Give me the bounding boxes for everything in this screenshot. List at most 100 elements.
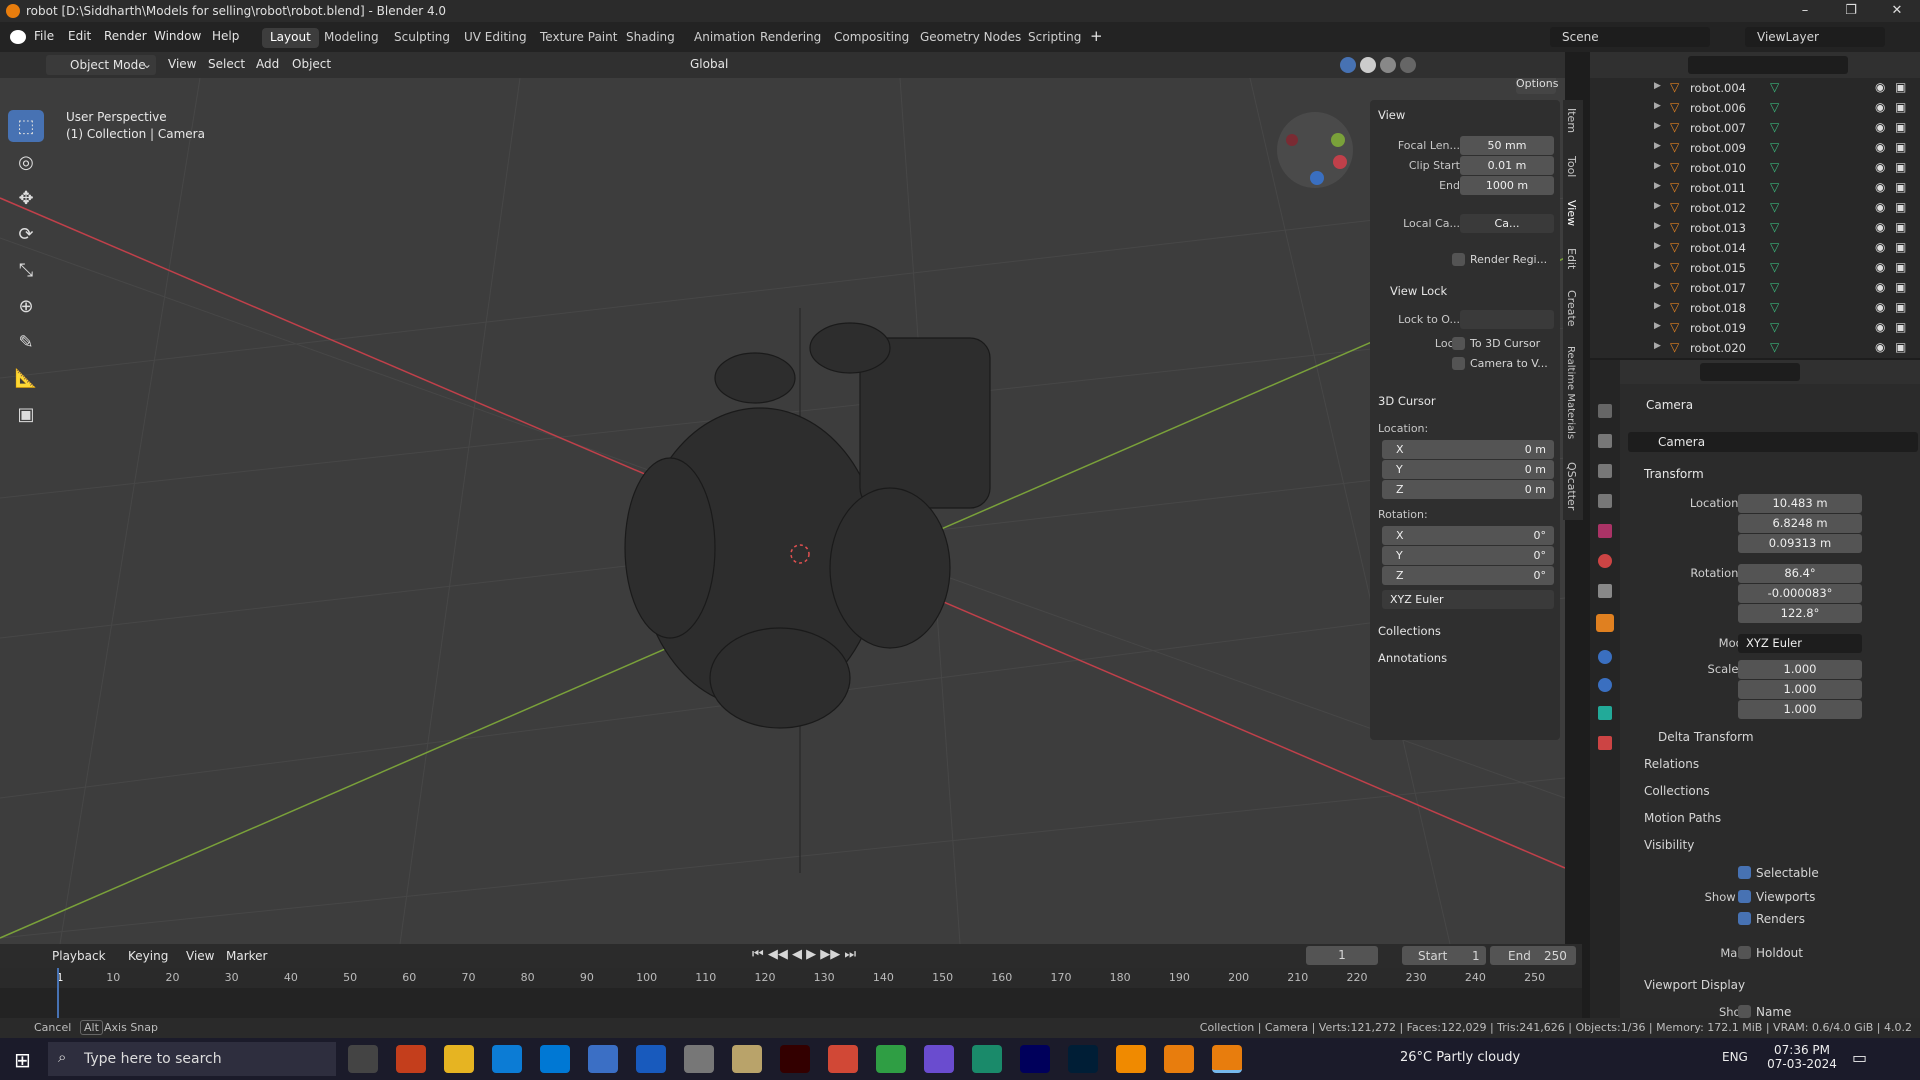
expand-arrow-icon[interactable]: ▶ xyxy=(1654,141,1661,151)
transform-header[interactable]: Transform xyxy=(1644,467,1704,481)
local-camera-field[interactable]: Ca... xyxy=(1460,214,1554,233)
physics-tab-icon[interactable] xyxy=(1598,678,1612,692)
close-button[interactable]: ✕ xyxy=(1874,0,1920,22)
focal-length-field[interactable]: 50 mm xyxy=(1460,136,1554,155)
notification-icon[interactable]: ▭ xyxy=(1852,1048,1867,1067)
outliner-row[interactable]: ▶ ▽ robot.017 ▽ ◉ ▣ xyxy=(1590,278,1920,298)
cursor-rot-z-field[interactable]: Z 0° xyxy=(1382,566,1554,585)
cursor-tool[interactable]: ◎ xyxy=(8,146,44,178)
app-icon-7[interactable] xyxy=(972,1045,1002,1073)
tab-compositing[interactable]: Compositing xyxy=(826,28,917,48)
world-tab-icon[interactable] xyxy=(1598,554,1612,568)
cursor-loc-x-field[interactable]: X0 m xyxy=(1382,440,1554,459)
clip-start-field[interactable]: 0.01 m xyxy=(1460,156,1554,175)
wireframe-shading-icon[interactable] xyxy=(1340,57,1356,73)
tab-sculpting[interactable]: Sculpting xyxy=(386,28,458,48)
app-icon-2[interactable] xyxy=(588,1045,618,1073)
scale-tool[interactable]: ⤡ xyxy=(8,254,44,286)
view-lock-header[interactable]: View Lock xyxy=(1390,284,1447,298)
object-tab-icon[interactable] xyxy=(1596,614,1614,632)
render-tab-icon[interactable] xyxy=(1598,434,1612,448)
menu-help[interactable]: Help xyxy=(212,29,239,43)
playback-controls[interactable]: ⏮ ◀◀ ◀ ▶ ▶▶ ⏭ xyxy=(752,947,856,962)
visibility-eye-icon[interactable]: ◉ xyxy=(1875,240,1885,254)
tab-scripting[interactable]: Scripting xyxy=(1020,28,1089,48)
visibility-eye-icon[interactable]: ◉ xyxy=(1875,200,1885,214)
renders-checkbox[interactable] xyxy=(1738,912,1751,925)
add-workspace-icon[interactable]: + xyxy=(1090,27,1103,45)
properties-search-input[interactable] xyxy=(1700,363,1800,381)
cursor-rot-mode-row[interactable]: XYZ Euler xyxy=(1370,590,1560,610)
expand-arrow-icon[interactable]: ▶ xyxy=(1654,261,1661,271)
annotate-tool[interactable]: ✎ xyxy=(8,326,44,358)
constraints-tab-icon[interactable] xyxy=(1598,706,1612,720)
visibility-eye-icon[interactable]: ◉ xyxy=(1875,280,1885,294)
expand-arrow-icon[interactable]: ▶ xyxy=(1654,341,1661,351)
tool-tab-icon[interactable] xyxy=(1598,404,1612,418)
visibility-eye-icon[interactable]: ◉ xyxy=(1875,320,1885,334)
illustrator-icon[interactable] xyxy=(780,1045,810,1073)
transform-orientation-dropdown[interactable]: Global xyxy=(690,57,728,71)
menu-add[interactable]: Add xyxy=(256,57,279,71)
render-camera-icon[interactable]: ▣ xyxy=(1895,340,1906,354)
relations-section[interactable]: Relations xyxy=(1644,757,1699,771)
menu-render[interactable]: Render xyxy=(104,29,147,43)
location-z-field[interactable]: 0.09313 m xyxy=(1738,534,1862,553)
app-icon-6[interactable] xyxy=(924,1045,954,1073)
menu-timeline-view[interactable]: View xyxy=(186,949,214,963)
viewports-checkbox[interactable] xyxy=(1738,890,1751,903)
language-indicator[interactable]: ENG xyxy=(1722,1050,1748,1064)
app-icon-5[interactable] xyxy=(828,1045,858,1073)
menu-edit[interactable]: Edit xyxy=(68,29,91,43)
powerpoint-icon[interactable] xyxy=(396,1045,426,1073)
texture-tab-icon[interactable] xyxy=(1598,736,1612,750)
outliner-row[interactable]: ▶ ▽ robot.004 ▽ ◉ ▣ xyxy=(1590,78,1920,98)
visibility-eye-icon[interactable]: ◉ xyxy=(1875,100,1885,114)
view-section-header[interactable]: View xyxy=(1378,108,1405,122)
cursor-loc-y-field[interactable]: Y0 m xyxy=(1382,460,1554,479)
render-camera-icon[interactable]: ▣ xyxy=(1895,320,1906,334)
collection-tab-icon[interactable] xyxy=(1598,584,1612,598)
minimize-button[interactable]: – xyxy=(1782,0,1828,22)
output-tab-icon[interactable] xyxy=(1598,464,1612,478)
visibility-eye-icon[interactable]: ◉ xyxy=(1875,180,1885,194)
collections-section[interactable]: Collections xyxy=(1378,624,1441,638)
menu-playback[interactable]: Playback xyxy=(52,949,106,963)
visibility-eye-icon[interactable]: ◉ xyxy=(1875,260,1885,274)
tab-modeling[interactable]: Modeling xyxy=(316,28,387,48)
tab-view[interactable]: View xyxy=(1565,200,1578,226)
outliner-row[interactable]: ▶ ▽ robot.015 ▽ ◉ ▣ xyxy=(1590,258,1920,278)
app-icon-3[interactable] xyxy=(684,1045,714,1073)
options-button[interactable]: Options xyxy=(1516,78,1558,94)
app-icon-4[interactable] xyxy=(732,1045,762,1073)
render-camera-icon[interactable]: ▣ xyxy=(1895,100,1906,114)
camera-to-view-checkbox[interactable] xyxy=(1452,357,1465,370)
visibility-eye-icon[interactable]: ◉ xyxy=(1875,160,1885,174)
maximize-button[interactable]: ❐ xyxy=(1828,0,1874,22)
expand-arrow-icon[interactable]: ▶ xyxy=(1654,201,1661,211)
blender-taskbar-icon[interactable] xyxy=(1164,1045,1194,1073)
menu-marker[interactable]: Marker xyxy=(226,949,267,963)
expand-arrow-icon[interactable]: ▶ xyxy=(1654,241,1661,251)
menu-select[interactable]: Select xyxy=(208,57,245,71)
outliner-search-input[interactable] xyxy=(1688,56,1848,74)
rotation-mode-dropdown[interactable]: XYZ Euler xyxy=(1738,634,1862,653)
menu-window[interactable]: Window xyxy=(154,29,201,43)
measure-tool[interactable]: 📐 xyxy=(8,362,44,394)
menu-view[interactable]: View xyxy=(168,57,196,71)
visibility-eye-icon[interactable]: ◉ xyxy=(1875,120,1885,134)
expand-arrow-icon[interactable]: ▶ xyxy=(1654,221,1661,231)
rotate-tool[interactable]: ⟳ xyxy=(8,218,44,250)
location-y-field[interactable]: 6.8248 m xyxy=(1738,514,1862,533)
render-camera-icon[interactable]: ▣ xyxy=(1895,200,1906,214)
outliner-row[interactable]: ▶ ▽ robot.018 ▽ ◉ ▣ xyxy=(1590,298,1920,318)
tab-item[interactable]: Item xyxy=(1565,108,1578,133)
tab-geometry-nodes[interactable]: Geometry Nodes xyxy=(912,28,1029,48)
collections-section[interactable]: Collections xyxy=(1644,784,1710,798)
start-frame-field[interactable]: Start 1 xyxy=(1402,946,1486,965)
add-cube-tool[interactable]: ▣ xyxy=(8,398,44,430)
outliner-row[interactable]: ▶ ▽ robot.006 ▽ ◉ ▣ xyxy=(1590,98,1920,118)
selectable-checkbox[interactable] xyxy=(1738,866,1751,879)
end-frame-field[interactable]: End 250 xyxy=(1490,946,1576,965)
word-icon[interactable] xyxy=(636,1045,666,1073)
